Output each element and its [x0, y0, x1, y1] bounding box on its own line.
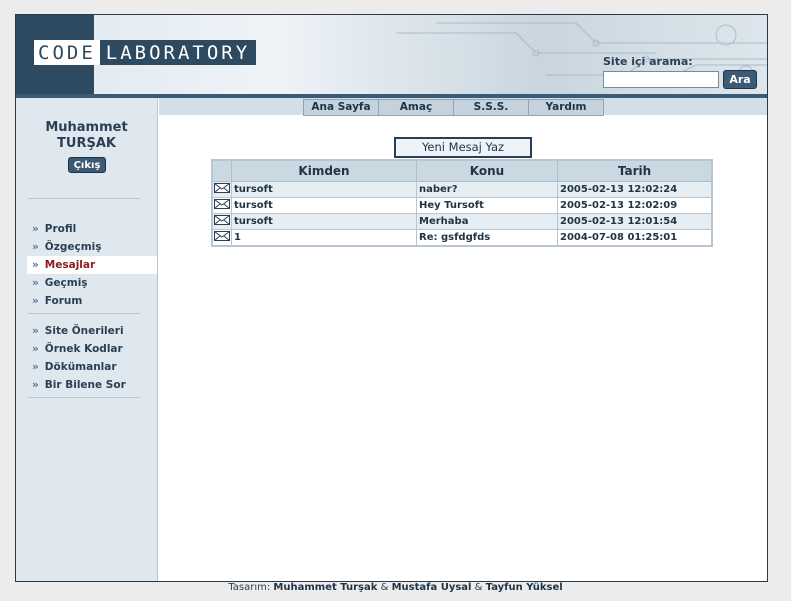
sidebar-item-label: Dökümanlar [44, 361, 117, 373]
messages-table: Kimden Konu Tarih tursoft naber? 2005-02… [211, 159, 713, 247]
tab-amac[interactable]: Amaç [379, 99, 454, 116]
sidebar-divider [28, 397, 140, 398]
message-date: 2005-02-13 12:02:24 [557, 181, 713, 198]
column-header-subject: Konu [416, 159, 558, 182]
chevron-right-icon: » [32, 277, 39, 289]
sidebar-item-label: Örnek Kodlar [44, 343, 123, 355]
column-header-from: Kimden [231, 159, 417, 182]
column-header-date: Tarih [557, 159, 713, 182]
message-subject[interactable]: Hey Tursoft [416, 197, 558, 214]
sidebar-nav-secondary: » Site Önerileri » Örnek Kodlar » Dökümanla… [16, 322, 157, 394]
sidebar-item-label: Bir Bilene Sor [44, 379, 126, 391]
user-last-name: TURŞAK [57, 136, 116, 151]
message-date: 2004-07-08 01:25:01 [557, 229, 713, 247]
tab-ana-sayfa[interactable]: Ana Sayfa [303, 99, 379, 116]
sidebar-item-forum[interactable]: » Forum [16, 292, 157, 310]
page-frame: CODE LABORATORY Site içi arama: Ara Muha… [15, 14, 768, 582]
logout-button[interactable]: Çıkış [68, 157, 106, 173]
message-subject[interactable]: naber? [416, 181, 558, 198]
envelope-icon [211, 213, 232, 230]
search-label: Site içi arama: [603, 55, 693, 68]
tab-sss[interactable]: S.S.S. [454, 99, 529, 116]
chevron-right-icon: » [32, 343, 39, 355]
envelope-icon [211, 181, 232, 198]
site-logo[interactable]: CODE LABORATORY [34, 40, 257, 65]
sidebar-item-label: Özgeçmiş [44, 241, 102, 253]
sidebar-nav-main: » Profil » Özgeçmiş » Mesajlar » Geçmiş » For… [16, 220, 157, 310]
sidebar-item-ozgecmis[interactable]: » Özgeçmiş [16, 238, 157, 256]
sidebar-item-label: Mesajlar [44, 259, 96, 271]
sidebar-divider [28, 198, 140, 199]
user-first-name: Muhammet [45, 120, 128, 135]
search-button[interactable]: Ara [723, 70, 757, 89]
sidebar-item-dokumanlar[interactable]: » Dökümanlar [16, 358, 157, 376]
footer-author: Tayfun Yüksel [485, 582, 563, 593]
message-date: 2005-02-13 12:01:54 [557, 213, 713, 230]
chevron-right-icon: » [32, 325, 39, 337]
top-nav: Ana Sayfa Amaç S.S.S. Yardım [303, 99, 604, 116]
logo-right-text: LABORATORY [99, 40, 257, 65]
table-row[interactable]: tursoft Merhaba 2005-02-13 12:01:54 [211, 213, 713, 230]
message-from[interactable]: 1 [231, 229, 417, 247]
footer-ampersand: & [474, 582, 483, 593]
sidebar-item-label: Site Önerileri [44, 325, 124, 337]
sidebar-item-profil[interactable]: » Profil [16, 220, 157, 238]
chevron-right-icon: » [32, 241, 39, 253]
sidebar-item-gecmis[interactable]: » Geçmiş [16, 274, 157, 292]
sidebar-item-label: Forum [44, 295, 83, 307]
search-input[interactable] [603, 71, 719, 88]
footer-author: Mustafa Uysal [391, 582, 472, 593]
new-message-button[interactable]: Yeni Mesaj Yaz [394, 137, 532, 158]
user-name: Muhammet TURŞAK [16, 120, 157, 152]
table-row[interactable]: tursoft naber? 2005-02-13 12:02:24 [211, 181, 713, 198]
message-subject[interactable]: Merhaba [416, 213, 558, 230]
chevron-right-icon: » [32, 259, 39, 271]
sidebar-item-label: Geçmiş [44, 277, 88, 289]
footer-prefix: Tasarım: [228, 582, 271, 593]
message-from[interactable]: tursoft [231, 197, 417, 214]
sidebar-item-bir-bilene-sor[interactable]: » Bir Bilene Sor [16, 376, 157, 394]
chevron-right-icon: » [32, 379, 39, 391]
table-row[interactable]: tursoft Hey Tursoft 2005-02-13 12:02:09 [211, 197, 713, 214]
envelope-icon [211, 197, 232, 214]
table-row[interactable]: 1 Re: gsfdgfds 2004-07-08 01:25:01 [211, 229, 713, 247]
page-footer: Tasarım: Muhammet Turşak & Mustafa Uysal… [0, 582, 791, 593]
message-from[interactable]: tursoft [231, 213, 417, 230]
message-date: 2005-02-13 12:02:09 [557, 197, 713, 214]
chevron-right-icon: » [32, 361, 39, 373]
footer-author: Muhammet Turşak [273, 582, 378, 593]
site-header: CODE LABORATORY Site içi arama: Ara [16, 15, 767, 94]
sidebar-item-mesajlar[interactable]: » Mesajlar [27, 256, 157, 274]
chevron-right-icon: » [32, 295, 39, 307]
message-subject[interactable]: Re: gsfdgfds [416, 229, 558, 247]
tab-yardim[interactable]: Yardım [529, 99, 604, 116]
sidebar: Muhammet TURŞAK Çıkış » Profil » Özgeçmiş … [16, 98, 158, 581]
sidebar-item-ornek-kodlar[interactable]: » Örnek Kodlar [16, 340, 157, 358]
chevron-right-icon: » [32, 223, 39, 235]
sidebar-item-site-onerileri[interactable]: » Site Önerileri [16, 322, 157, 340]
envelope-icon [211, 229, 232, 247]
logo-left-text: CODE [34, 40, 100, 65]
sidebar-item-label: Profil [44, 223, 77, 235]
footer-ampersand: & [380, 582, 389, 593]
sidebar-divider [28, 313, 140, 314]
message-from[interactable]: tursoft [231, 181, 417, 198]
icon-column-header [211, 159, 232, 182]
table-header-row: Kimden Konu Tarih [211, 159, 713, 182]
